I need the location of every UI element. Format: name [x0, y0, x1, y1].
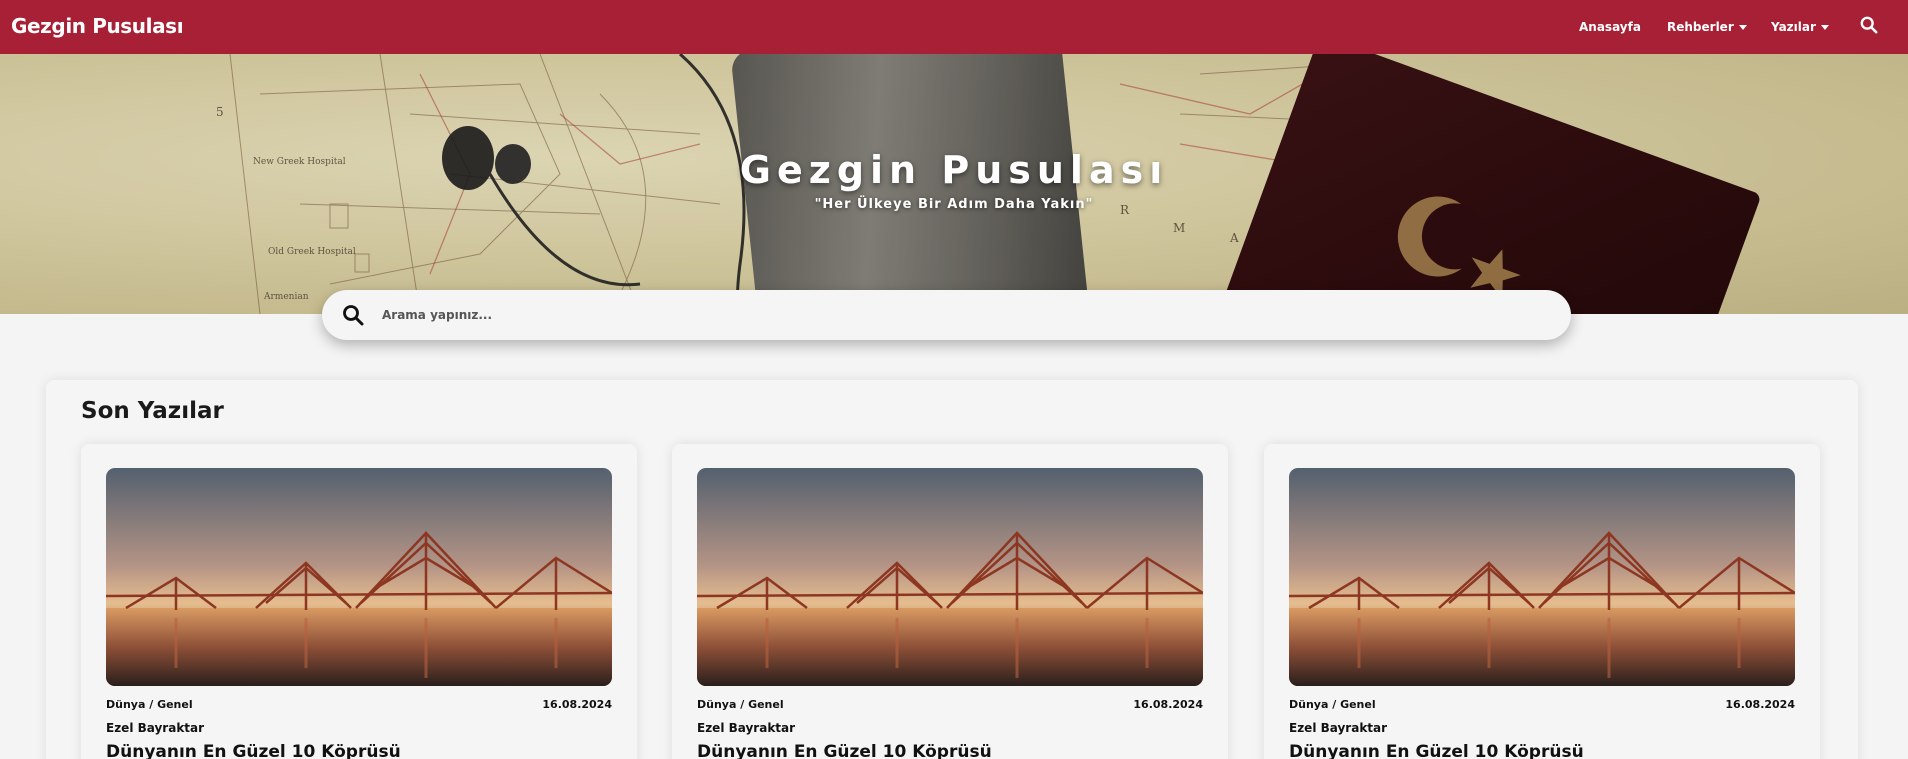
post-author: Ezel Bayraktar — [106, 721, 205, 735]
hero-subtitle: "Her Ülkeye Bir Adım Daha Yakın" — [814, 197, 1094, 212]
hero-banner: New Greek Hospital Old Greek Hospital Ar… — [0, 54, 1908, 314]
post-category[interactable]: Dünya / Genel — [106, 698, 193, 711]
post-date: 16.08.2024 — [1133, 698, 1203, 711]
post-author: Ezel Bayraktar — [697, 721, 796, 735]
post-image[interactable] — [697, 468, 1203, 686]
post-title[interactable]: Dünyanın En Güzel 10 Köprüsü — [697, 742, 992, 759]
post-card[interactable]: Dünya / Genel 16.08.2024 Ezel Bayraktar … — [1264, 444, 1820, 759]
nav-item-rehberler[interactable]: Rehberler — [1667, 20, 1757, 34]
post-date: 16.08.2024 — [1725, 698, 1795, 711]
post-image[interactable] — [1289, 468, 1795, 686]
post-author: Ezel Bayraktar — [1289, 721, 1388, 735]
nav-item-yazilar[interactable]: Yazılar — [1771, 20, 1851, 34]
chevron-down-icon — [1738, 25, 1747, 30]
post-category[interactable]: Dünya / Genel — [697, 698, 784, 711]
post-meta: Dünya / Genel 16.08.2024 — [1289, 698, 1795, 711]
post-title[interactable]: Dünyanın En Güzel 10 Köprüsü — [106, 742, 401, 759]
nav-item-label: Yazılar — [1771, 20, 1816, 34]
brand-logo[interactable]: Gezgin Pusulası — [11, 14, 184, 38]
post-image[interactable] — [106, 468, 612, 686]
nav-item-label: Anasayfa — [1579, 20, 1641, 34]
post-title[interactable]: Dünyanın En Güzel 10 Köprüsü — [1289, 742, 1584, 759]
post-card[interactable]: Dünya / Genel 16.08.2024 Ezel Bayraktar … — [81, 444, 637, 759]
nav-item-label: Rehberler — [1667, 20, 1734, 34]
search-bar — [322, 290, 1571, 340]
post-category[interactable]: Dünya / Genel — [1289, 698, 1376, 711]
top-navbar: Gezgin Pusulası Anasayfa Rehberler Yazıl… — [0, 0, 1908, 54]
search-icon[interactable] — [342, 304, 364, 326]
section-title: Son Yazılar — [81, 398, 224, 424]
nav-item-anasayfa[interactable]: Anasayfa — [1579, 20, 1659, 34]
search-icon[interactable] — [1860, 16, 1880, 36]
search-input[interactable] — [382, 302, 1532, 328]
post-meta: Dünya / Genel 16.08.2024 — [697, 698, 1203, 711]
chevron-down-icon — [1820, 25, 1829, 30]
post-date: 16.08.2024 — [542, 698, 612, 711]
hero-title: Gezgin Pusulası — [739, 148, 1169, 192]
post-meta: Dünya / Genel 16.08.2024 — [106, 698, 612, 711]
post-card[interactable]: Dünya / Genel 16.08.2024 Ezel Bayraktar … — [672, 444, 1228, 759]
